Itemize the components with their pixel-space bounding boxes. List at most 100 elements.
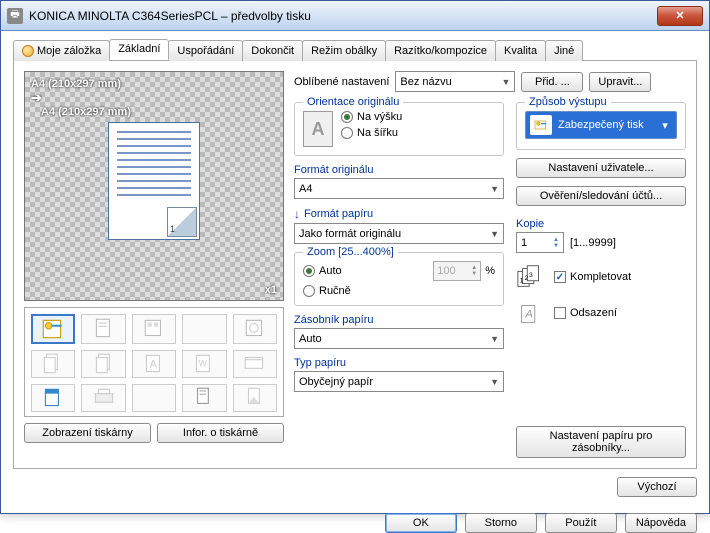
thumb-7[interactable] — [81, 350, 125, 378]
ok-button[interactable]: OK — [385, 513, 457, 533]
paper-format-value: Jako formát originálu — [299, 228, 401, 240]
thumb-8[interactable]: A — [132, 350, 176, 378]
copies-value: 1 — [521, 237, 527, 249]
paper-tray-select[interactable]: Auto▼ — [294, 328, 504, 349]
tab-stamp[interactable]: Razítko/kompozice — [385, 40, 496, 61]
favorites-label: Oblíbené nastavení — [294, 76, 389, 88]
paper-format-label: Formát papíru — [304, 208, 373, 220]
radio-portrait-label: Na výšku — [357, 111, 402, 123]
default-button[interactable]: Výchozí — [617, 477, 697, 497]
thumb-15[interactable] — [233, 384, 277, 412]
output-mode-select[interactable]: Zabezpečený tisk ▾ — [525, 111, 677, 139]
orientation-icon: A — [303, 111, 333, 147]
arrow-down-icon: ➔ — [31, 90, 277, 106]
tab-finish[interactable]: Dokončit — [242, 40, 303, 61]
chevron-down-icon: ▼ — [490, 377, 499, 387]
radio-zoom-manual-label: Ručně — [319, 285, 351, 297]
tab-quality[interactable]: Kvalita — [495, 40, 546, 61]
preview-page: 1 — [108, 122, 200, 240]
tab-label: Režim obálky — [311, 45, 377, 57]
help-button[interactable]: Nápověda — [625, 513, 697, 533]
radio-zoom-manual[interactable] — [303, 285, 315, 297]
svg-text:1: 1 — [520, 278, 524, 285]
output-group: Způsob výstupu Zabezpečený tisk ▾ — [516, 102, 686, 150]
copies-input[interactable]: 1▲▼ — [516, 232, 564, 253]
collate-icon: 123 — [516, 265, 546, 289]
tab-label: Jiné — [554, 45, 574, 57]
thumb-6[interactable] — [31, 350, 75, 378]
auth-tracking-button[interactable]: Ověření/sledování účtů... — [516, 186, 686, 206]
thumb-12[interactable] — [81, 384, 125, 412]
printer-info-button[interactable]: Infor. o tiskárně — [157, 423, 284, 443]
tab-label: Dokončit — [251, 45, 294, 57]
thumb-9[interactable]: W — [182, 350, 226, 378]
thumb-14[interactable] — [182, 384, 226, 412]
tab-cover[interactable]: Režim obálky — [302, 40, 386, 61]
original-format-select[interactable]: A4▼ — [294, 178, 504, 199]
favorites-edit-button[interactable]: Upravit... — [589, 72, 651, 92]
tray-paper-settings-button[interactable]: Nastavení papíru pro zásobníky... — [516, 426, 686, 458]
tab-label: Základní — [118, 43, 160, 55]
tab-label: Moje záložka — [37, 45, 101, 57]
preview-size-from: A4 (210x297 mm) — [31, 78, 277, 90]
zoom-value-input[interactable]: 100▲▼ — [433, 261, 481, 281]
orientation-group: Orientace originálu A Na výšku Na šířku — [294, 102, 504, 156]
arrow-down-icon: ↓ — [294, 207, 300, 221]
thumb-10[interactable] — [233, 350, 277, 378]
svg-text:W: W — [199, 358, 208, 368]
offset-label: Odsazení — [570, 307, 617, 319]
preview-page-number: 1 — [167, 207, 197, 237]
thumb-5[interactable] — [233, 314, 277, 344]
thumb-secure[interactable] — [31, 314, 75, 344]
thumb-13[interactable] — [132, 384, 176, 412]
svg-text:A: A — [150, 358, 158, 370]
paper-tray-value: Auto — [299, 333, 322, 345]
radio-landscape-label: Na šířku — [357, 127, 398, 139]
star-icon — [22, 45, 34, 57]
radio-zoom-auto[interactable] — [303, 265, 315, 277]
tab-layout[interactable]: Uspořádání — [168, 40, 243, 61]
svg-text:3: 3 — [529, 272, 533, 279]
favorites-add-button[interactable]: Přid. ... — [521, 72, 583, 92]
radio-landscape[interactable] — [341, 127, 353, 139]
zoom-pct: % — [485, 265, 495, 277]
copies-range: [1...9999] — [570, 237, 616, 249]
user-settings-button[interactable]: Nastavení uživatele... — [516, 158, 686, 178]
tab-basic[interactable]: Základní — [109, 39, 169, 60]
chevron-down-icon: ▼ — [501, 77, 510, 87]
collate-label: Kompletovat — [570, 271, 631, 283]
apply-button[interactable]: Použít — [545, 513, 617, 533]
checkbox-offset[interactable] — [554, 307, 566, 319]
chevron-down-icon: ▾ — [658, 112, 672, 138]
radio-zoom-auto-label: Auto — [319, 265, 342, 277]
paper-tray-label: Zásobník papíru — [294, 314, 504, 326]
original-format-label: Formát originálu — [294, 164, 504, 176]
svg-text:2: 2 — [524, 275, 528, 282]
close-button[interactable]: ✕ — [657, 6, 703, 26]
tab-label: Kvalita — [504, 45, 537, 57]
cancel-button[interactable]: Storno — [465, 513, 537, 533]
radio-portrait[interactable] — [341, 111, 353, 123]
tab-my-bookmark[interactable]: Moje záložka — [13, 40, 110, 61]
spin-down-icon: ▼ — [553, 243, 559, 249]
thumb-2[interactable] — [81, 314, 125, 344]
tab-label: Razítko/kompozice — [394, 45, 487, 57]
window-title: KONICA MINOLTA C364SeriesPCL – předvolby… — [29, 9, 657, 23]
tab-other[interactable]: Jiné — [545, 40, 583, 61]
zoom-value: 100 — [437, 265, 455, 277]
output-mode-value: Zabezpečený tisk — [558, 119, 644, 131]
thumb-4[interactable] — [182, 314, 226, 344]
paper-format-select[interactable]: Jako formát originálu▼ — [294, 223, 504, 244]
preview-area: A4 (210x297 mm) ➔ A4 (210x297 mm) 1 x1 — [24, 71, 284, 301]
printer-icon: 🖶 — [7, 8, 23, 24]
checkbox-collate[interactable] — [554, 271, 566, 283]
favorites-value: Bez názvu — [400, 76, 451, 88]
preview-copies-badge: x1 — [265, 284, 277, 296]
original-format-value: A4 — [299, 183, 312, 195]
thumb-11[interactable] — [31, 384, 75, 412]
paper-type-label: Typ papíru — [294, 357, 504, 369]
thumb-3[interactable] — [132, 314, 176, 344]
favorites-select[interactable]: Bez názvu ▼ — [395, 71, 515, 92]
printer-view-button[interactable]: Zobrazení tiskárny — [24, 423, 151, 443]
paper-type-select[interactable]: Obyčejný papír▼ — [294, 371, 504, 392]
